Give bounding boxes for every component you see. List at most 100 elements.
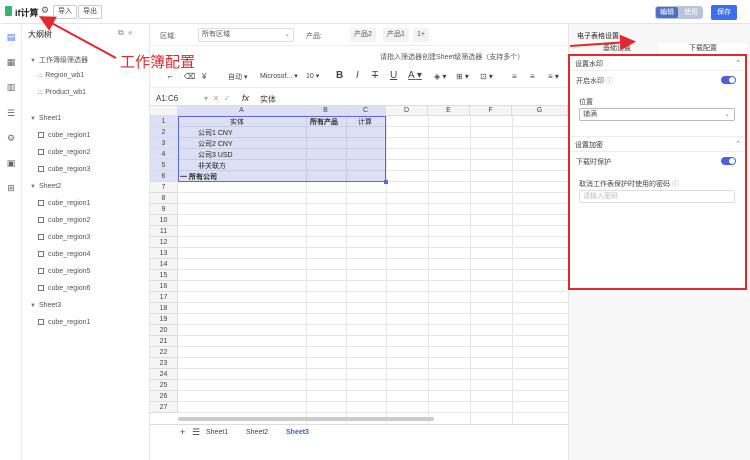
row-header[interactable]: 3 — [150, 138, 178, 149]
sheet-tab-active[interactable]: Sheet3 — [286, 429, 309, 436]
italic-icon[interactable]: I — [356, 70, 359, 81]
tab-base-settings[interactable]: 基础设置 — [579, 43, 655, 54]
fill-color-icon[interactable]: ◈ ▾ — [434, 72, 446, 81]
list-icon[interactable]: ☰ — [6, 108, 16, 118]
align-select[interactable]: 自动 ▾ — [228, 72, 247, 82]
import-button[interactable]: 导入 — [53, 5, 77, 19]
table-icon[interactable]: ▥ — [6, 82, 16, 92]
entity-cell[interactable]: 非关联方 — [198, 161, 226, 172]
tree-filter-item[interactable]: ⛬ Region_wb1 — [38, 72, 84, 80]
password-input[interactable]: 请输入密码 — [579, 190, 735, 203]
paint-format-icon[interactable]: ⌐ — [168, 72, 173, 81]
row-header[interactable]: 25 — [150, 380, 178, 391]
tree-region-item[interactable]: cube_region1 — [38, 200, 90, 207]
total-cell[interactable]: 一 所有公司 — [180, 172, 217, 183]
mode-use-option[interactable]: 使用 — [680, 7, 702, 18]
border-icon[interactable]: ⊞ ▾ — [456, 72, 469, 81]
row-header[interactable]: 4 — [150, 149, 178, 160]
align-left-icon[interactable]: ≡ — [512, 72, 517, 81]
tree-region-item[interactable]: cube_region6 — [38, 285, 90, 292]
row-header[interactable]: 5 — [150, 160, 178, 171]
align-center-icon[interactable]: ≡ — [530, 72, 535, 81]
row-header[interactable]: 2 — [150, 127, 178, 138]
row-header[interactable]: 22 — [150, 347, 178, 358]
entity-cell[interactable]: 公司2 CNY — [198, 139, 233, 150]
mode-switch[interactable]: 编辑 使用 — [655, 6, 703, 19]
header-cell-products[interactable]: 所有产品 — [310, 117, 338, 128]
tree-region-item[interactable]: cube_region1 — [38, 132, 90, 139]
product-tab[interactable]: 1+ — [413, 28, 429, 42]
download-protect-toggle[interactable] — [721, 157, 736, 165]
column-header[interactable]: D — [386, 106, 428, 116]
tree-region-item[interactable]: cube_region2 — [38, 149, 90, 156]
row-header[interactable]: 13 — [150, 248, 178, 259]
product-tab[interactable]: 产品2 — [350, 28, 376, 42]
settings-icon[interactable]: ⚙ — [6, 133, 16, 143]
spreadsheet-grid[interactable]: A B C D E F G 1 2 3 4 5 6 7 8 9 10 11 12 13 14 15 16 17 1… — [150, 106, 568, 424]
row-header[interactable]: 7 — [150, 182, 178, 193]
currency-icon[interactable]: ¥ — [202, 72, 206, 81]
tree-region-item[interactable]: cube_region3 — [38, 166, 90, 173]
column-header[interactable]: C — [346, 106, 386, 116]
row-header[interactable]: 20 — [150, 325, 178, 336]
row-header[interactable]: 15 — [150, 270, 178, 281]
product-tab[interactable]: 产品1 — [383, 28, 409, 42]
clear-format-icon[interactable]: ⌫ — [184, 72, 195, 81]
tree-region-item[interactable]: cube_region3 — [38, 234, 90, 241]
export-button[interactable]: 导出 — [78, 5, 102, 19]
header-cell-entity[interactable]: 实体 — [230, 117, 244, 128]
tree-sheet-sheet3[interactable]: ▼ Sheet3 — [30, 302, 61, 309]
sheet-tab[interactable]: Sheet2 — [246, 429, 268, 436]
row-header[interactable]: 11 — [150, 226, 178, 237]
row-header[interactable]: 9 — [150, 204, 178, 215]
row-header[interactable]: 26 — [150, 391, 178, 402]
tree-sheet-sheet2[interactable]: ▼ Sheet2 — [30, 183, 61, 190]
mode-edit-option[interactable]: 编辑 — [656, 7, 678, 18]
column-header[interactable]: A — [178, 106, 306, 116]
row-header[interactable]: 24 — [150, 369, 178, 380]
formula-input[interactable]: 实体 — [260, 94, 276, 105]
row-header[interactable]: 21 — [150, 336, 178, 347]
calendar-icon[interactable]: ▣ — [6, 158, 16, 168]
row-header[interactable]: 10 — [150, 215, 178, 226]
underline-icon[interactable]: U — [390, 70, 397, 81]
region-select[interactable]: 所有区域 ⌄ — [198, 28, 294, 42]
column-header[interactable]: G — [512, 106, 568, 116]
column-header[interactable]: F — [470, 106, 512, 116]
row-header[interactable]: 6 — [150, 171, 178, 182]
tab-download-config[interactable]: 下载配置 — [659, 43, 747, 54]
sheet-tab[interactable]: Sheet1 — [206, 429, 228, 436]
row-header[interactable]: 23 — [150, 358, 178, 369]
row-header[interactable]: 14 — [150, 259, 178, 270]
tree-region-item[interactable]: cube_region1 — [38, 319, 90, 326]
font-select[interactable]: Microsof... ▾ — [260, 72, 298, 80]
header-cell-calc[interactable]: 计算 — [358, 117, 372, 128]
bold-icon[interactable]: B — [336, 70, 343, 81]
row-header[interactable]: 12 — [150, 237, 178, 248]
save-button[interactable]: 保存 — [711, 5, 737, 20]
tree-filter-item[interactable]: ⛬ Product_wb1 — [38, 89, 86, 97]
watermark-section-header[interactable]: 设置水印 ⌃ — [575, 59, 741, 69]
hierarchy-icon[interactable]: ⊞ — [6, 183, 16, 193]
horizontal-scrollbar[interactable] — [178, 417, 434, 421]
tree-sheet-sheet1[interactable]: ▼ Sheet1 — [30, 115, 61, 122]
outline-tree-icon[interactable]: ▤ — [6, 32, 16, 42]
grid-icon[interactable]: ▦ — [6, 57, 16, 67]
tree-region-item[interactable]: cube_region2 — [38, 217, 90, 224]
tree-group-workbook-filters[interactable]: ▼ 工作簿级筛选器 — [30, 55, 88, 65]
row-header[interactable]: 1 — [150, 116, 178, 127]
font-size-select[interactable]: 10 ▾ — [306, 72, 319, 80]
tree-region-item[interactable]: cube_region5 — [38, 268, 90, 275]
tree-region-item[interactable]: cube_region4 — [38, 251, 90, 258]
row-header[interactable]: 27 — [150, 402, 178, 413]
cell-reference[interactable]: A1:C6 — [156, 94, 178, 103]
entity-cell[interactable]: 公司3 USD — [198, 150, 233, 161]
formula-controls-icon[interactable]: ▾ ✕ ✓ — [204, 94, 230, 103]
column-header[interactable]: B — [306, 106, 346, 116]
sheet-filter-hint[interactable]: 请指入筛选器创建Sheet级筛选器（支持多个） — [380, 52, 524, 62]
column-header[interactable]: E — [428, 106, 470, 116]
row-header[interactable]: 17 — [150, 292, 178, 303]
gear-icon[interactable]: ⚙ — [41, 5, 49, 16]
sheet-list-icon[interactable]: ☰ — [192, 427, 200, 438]
encrypt-section-header[interactable]: 设置加密 ⌃ — [575, 140, 741, 150]
